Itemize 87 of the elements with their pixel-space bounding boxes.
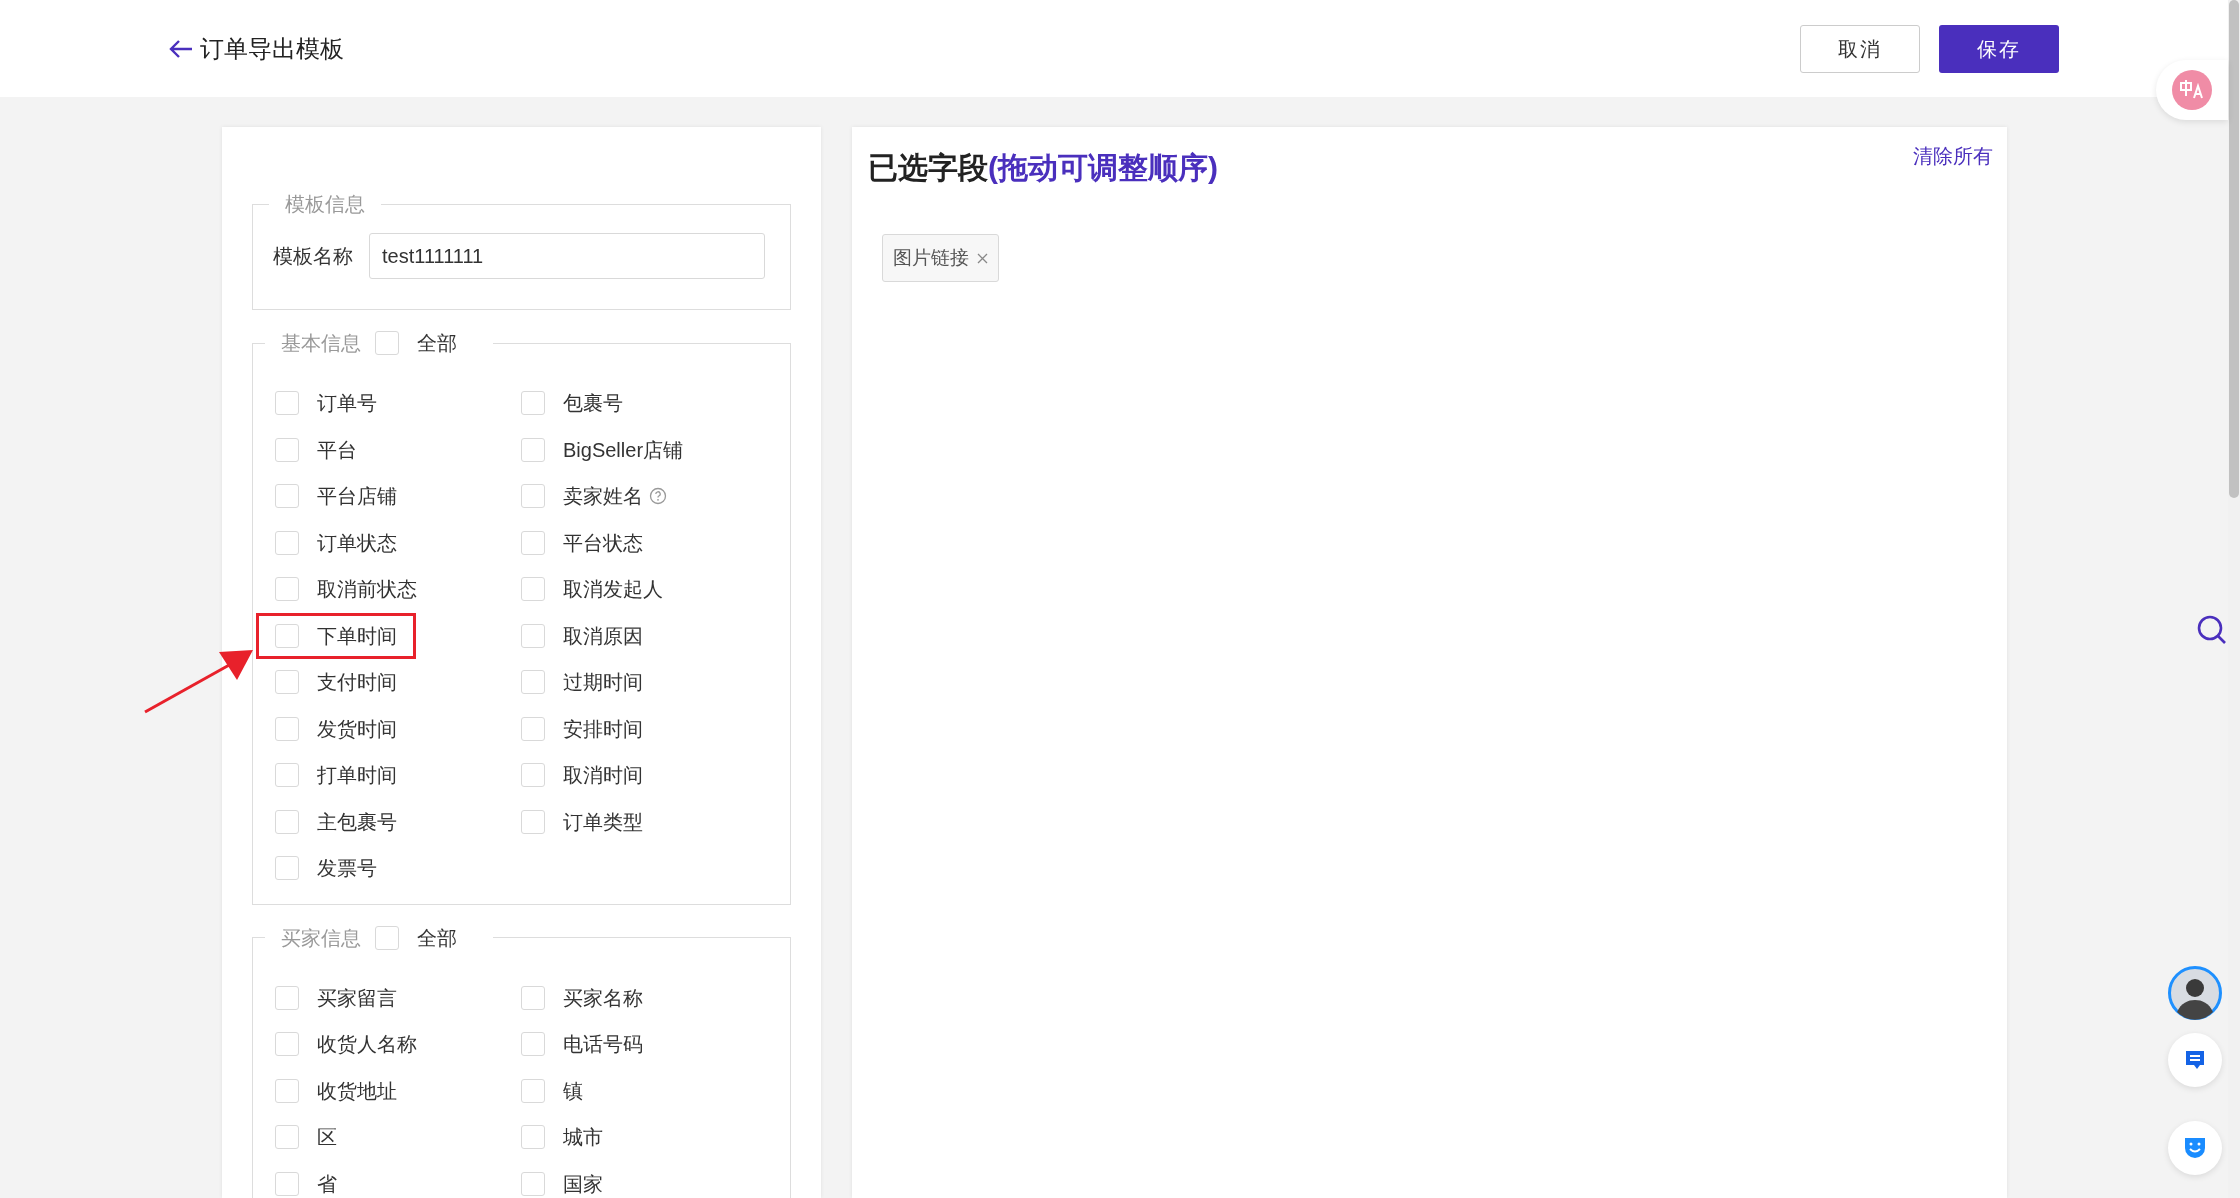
field-label: 包裹号 <box>563 391 623 417</box>
field-label: 发货时间 <box>317 716 397 742</box>
checkbox[interactable] <box>275 623 299 648</box>
feedback-button[interactable] <box>2168 1121 2222 1175</box>
section-legend: 买家信息 <box>281 922 361 953</box>
select-all-label: 全部 <box>417 925 457 951</box>
cancel-button[interactable]: 取消 <box>1800 24 1920 73</box>
checkbox[interactable] <box>521 1032 545 1057</box>
checkbox[interactable] <box>521 577 545 602</box>
field-tag[interactable]: 图片链接 <box>882 234 999 282</box>
translate-icon <box>2172 70 2212 110</box>
field-label: 安排时间 <box>563 716 643 742</box>
checkbox[interactable] <box>521 484 545 509</box>
checkbox[interactable] <box>521 530 545 555</box>
back-arrow-icon[interactable] <box>168 37 194 60</box>
checkbox[interactable] <box>521 1125 545 1150</box>
field-label: 打单时间 <box>317 763 397 789</box>
field-label: 订单类型 <box>563 809 643 835</box>
chat-icon <box>2184 1049 2206 1071</box>
field-label: 取消前状态 <box>317 577 417 603</box>
checkbox[interactable] <box>375 331 399 355</box>
checkbox[interactable] <box>275 716 299 741</box>
checkbox[interactable] <box>275 763 299 788</box>
checkbox[interactable] <box>521 1078 545 1103</box>
panel-title: 已选字段(拖动可调整顺序) <box>868 150 1218 186</box>
checkbox[interactable] <box>521 437 545 462</box>
field-label: 区 <box>317 1125 337 1151</box>
field-label: 平台店铺 <box>317 484 397 510</box>
checkbox[interactable] <box>275 1171 299 1196</box>
select-all-label: 全部 <box>417 331 457 356</box>
checkbox[interactable] <box>275 484 299 509</box>
checkbox[interactable] <box>275 856 299 881</box>
field-label: 省 <box>317 1171 337 1197</box>
field-label: 电话号码 <box>563 1032 643 1058</box>
field-label: 平台状态 <box>563 530 643 556</box>
template-name-input[interactable]: test1111111 <box>369 233 765 279</box>
checkbox[interactable] <box>275 1078 299 1103</box>
section-legend: 模板信息 <box>285 193 365 215</box>
checkbox[interactable] <box>275 530 299 555</box>
field-label: 收货人名称 <box>317 1032 417 1058</box>
close-icon[interactable] <box>977 252 988 264</box>
checkbox[interactable] <box>521 716 545 741</box>
checkbox[interactable] <box>275 577 299 602</box>
checkbox[interactable] <box>521 623 545 648</box>
checkbox[interactable] <box>521 809 545 834</box>
field-label: 买家留言 <box>317 985 397 1011</box>
checkbox[interactable] <box>275 670 299 695</box>
search-icon[interactable] <box>2196 614 2228 646</box>
section-legend: 基本信息 <box>281 328 361 358</box>
checkbox[interactable] <box>275 437 299 462</box>
checkbox[interactable] <box>375 925 399 950</box>
checkbox[interactable] <box>275 391 299 416</box>
clear-all-link[interactable]: 清除所有 <box>1913 141 1993 171</box>
checkbox[interactable] <box>521 670 545 695</box>
field-label: 卖家姓名 <box>563 484 643 510</box>
checkbox[interactable] <box>275 1125 299 1150</box>
checkbox[interactable] <box>275 809 299 834</box>
field-label: 主包裹号 <box>317 809 397 835</box>
field-label: 城市 <box>563 1125 603 1151</box>
field-label: 取消原因 <box>563 623 643 649</box>
field-label: 下单时间 <box>317 623 397 649</box>
field-label: BigSeller店铺 <box>563 437 684 463</box>
field-label: 订单状态 <box>317 530 397 556</box>
field-label: 取消发起人 <box>563 577 663 603</box>
field-label: 买家名称 <box>563 985 643 1011</box>
field-label: 订单号 <box>317 391 377 417</box>
chat-button[interactable] <box>2168 1033 2222 1087</box>
translate-widget[interactable] <box>2156 60 2228 120</box>
checkbox[interactable] <box>521 985 545 1010</box>
field-label: 取消时间 <box>563 763 643 789</box>
field-label: 模板名称 <box>273 244 354 269</box>
checkbox[interactable] <box>521 391 545 416</box>
checkbox[interactable] <box>521 763 545 788</box>
checkbox[interactable] <box>275 985 299 1010</box>
field-label: 支付时间 <box>317 670 397 696</box>
field-label: 镇 <box>563 1078 583 1104</box>
field-label: 发票号 <box>317 856 377 882</box>
support-avatar[interactable] <box>2168 966 2222 1020</box>
smile-icon <box>2182 1135 2208 1161</box>
field-label: 平台 <box>317 437 357 463</box>
field-label: 过期时间 <box>563 670 643 696</box>
field-label: 国家 <box>563 1171 603 1197</box>
checkbox[interactable] <box>521 1171 545 1196</box>
page-title: 订单导出模板 <box>200 33 344 64</box>
checkbox[interactable] <box>275 1032 299 1057</box>
field-label: 收货地址 <box>317 1078 397 1104</box>
save-button[interactable]: 保存 <box>1939 24 2059 73</box>
